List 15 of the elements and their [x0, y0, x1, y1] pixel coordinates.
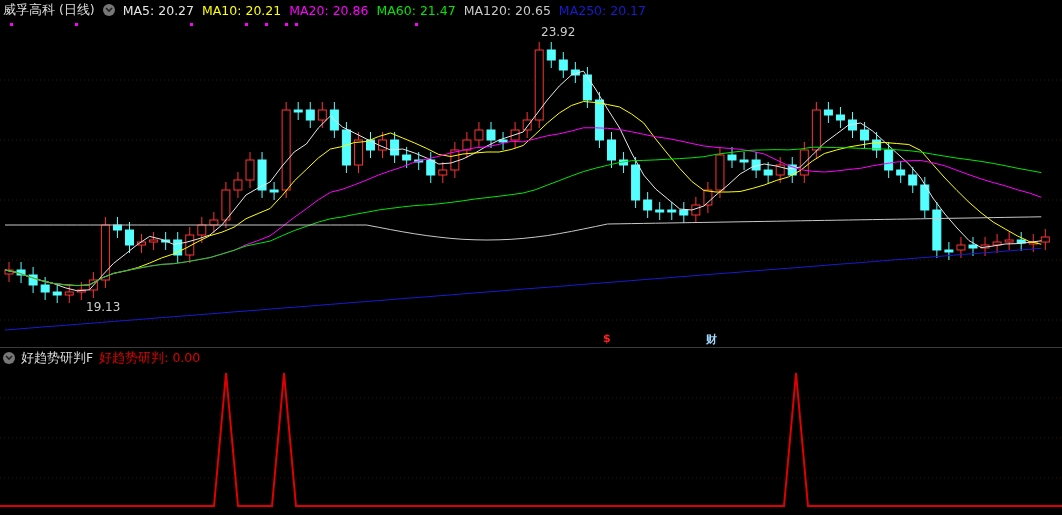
low-price-label: 19.13 [86, 300, 121, 314]
moving-average-legend: MA120: 20.65 [463, 2, 551, 18]
dropdown-icon[interactable] [3, 352, 15, 364]
event-marker[interactable]: $ [603, 332, 611, 345]
moving-average-legend: MA250: 20.17 [558, 2, 646, 18]
moving-average-legend: MA10: 20.21 [202, 2, 282, 18]
moving-average-legend: MA5: 20.27 [122, 2, 194, 18]
indicator-reading: 好趋势研判: 0.00 [99, 349, 201, 367]
stock-title: 威孚高科 (日线) [3, 1, 95, 19]
dropdown-icon[interactable] [102, 4, 115, 16]
indicator-name: 好趋势研判F [21, 349, 94, 367]
moving-average-legend: MA20: 20.86 [289, 2, 369, 18]
event-marker[interactable]: 财 [706, 332, 717, 347]
moving-average-legend: MA60: 21.47 [376, 2, 456, 18]
high-price-label: 23.92 [541, 25, 576, 39]
